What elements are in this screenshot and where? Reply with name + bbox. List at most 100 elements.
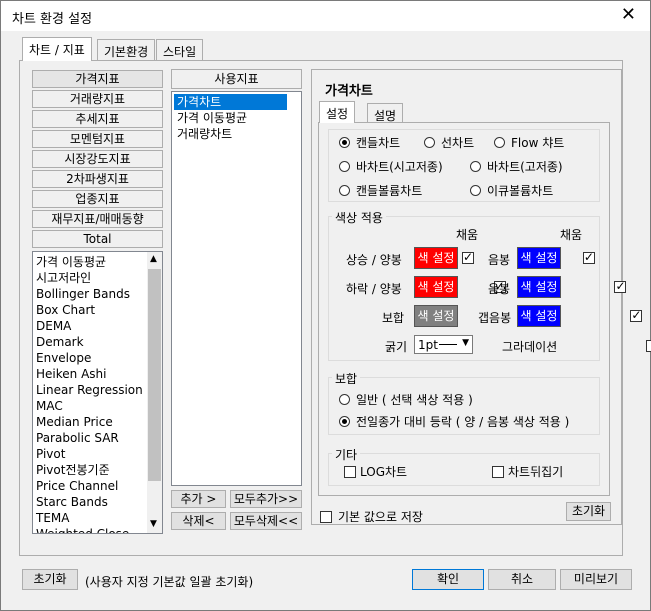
category-button[interactable]: 업종지표	[32, 190, 163, 208]
list-item[interactable]: 시고저라인	[33, 270, 147, 286]
log-chart-option[interactable]: LOG차트	[344, 463, 407, 480]
list-item[interactable]: Envelope	[33, 350, 147, 366]
list-item[interactable]: DEMA	[33, 318, 147, 334]
subtab-settings[interactable]: 설정	[319, 101, 356, 123]
gradation-label: 그라데이션	[502, 340, 558, 354]
thickness-label: 굵기	[385, 340, 408, 354]
radio-prev-close[interactable]: 전일종가 대비 등락 ( 양 / 음봉 색상 적용 )	[339, 413, 569, 430]
fill-label: 채움	[560, 228, 583, 242]
radio-normal[interactable]: 일반 ( 선택 색상 적용 )	[339, 391, 473, 408]
category-button[interactable]: 재무지표/매매동향	[32, 210, 163, 228]
list-item[interactable]: Linear Regression ...	[33, 382, 158, 398]
flip-chart-option[interactable]: 차트뒤집기	[492, 463, 563, 480]
rise-color-button[interactable]: 색 설정	[414, 247, 458, 269]
reset-all-button[interactable]: 초기화	[22, 569, 78, 590]
chevron-down-icon: ▼	[462, 338, 469, 348]
radio-dot	[494, 137, 505, 148]
scroll-thumb[interactable]	[148, 269, 161, 481]
delete-button[interactable]: 삭제<	[171, 512, 226, 530]
category-button[interactable]: 2차파생지표	[32, 170, 163, 188]
flip-chart-checkbox[interactable]	[492, 466, 504, 478]
gap-down-color-button[interactable]: 색 설정	[517, 305, 561, 327]
radio-candle-volume[interactable]: 캔들볼륨차트	[339, 182, 422, 199]
list-item[interactable]: Parabolic SAR	[33, 430, 147, 446]
radio-label: 캔들볼륨차트	[356, 184, 423, 198]
radio-dot	[339, 137, 350, 148]
rise-down-label: 음봉	[488, 253, 511, 267]
list-item[interactable]: MAC	[33, 398, 147, 414]
log-chart-checkbox[interactable]	[344, 466, 356, 478]
scroll-up-icon[interactable]: ▲	[150, 254, 157, 264]
close-icon[interactable]: ✕	[621, 4, 636, 25]
gradation-checkbox[interactable]	[646, 340, 651, 352]
option-label: 기본 값으로 저장	[338, 510, 423, 524]
tab-style[interactable]: 스타일	[156, 39, 204, 61]
fall-color-button[interactable]: 색 설정	[414, 276, 458, 298]
radio-label: 이큐볼륨차트	[487, 184, 554, 198]
list-item[interactable]: Weighted Close	[33, 526, 147, 533]
indicator-listbox[interactable]: 가격 이동평균 시고저라인 Bollinger Bands Box Chart …	[32, 251, 163, 534]
radio-label: Flow 챠트	[511, 136, 565, 150]
radio-dot	[424, 137, 435, 148]
detail-title: 가격차트	[325, 84, 373, 99]
fall-down-fill-checkbox[interactable]	[614, 279, 627, 293]
list-item[interactable]: Price Channel	[33, 478, 147, 494]
radio-flow[interactable]: Flow 챠트	[494, 134, 564, 151]
fall-down-color-button[interactable]: 색 설정	[517, 276, 561, 298]
radio-label: 선차트	[441, 136, 475, 150]
add-button[interactable]: 추가 >	[171, 490, 226, 508]
rise-down-color-button[interactable]: 색 설정	[517, 247, 561, 269]
rise-fill-checkbox[interactable]	[462, 250, 474, 264]
detail-reset-button[interactable]: 초기화	[566, 502, 611, 521]
fall-down-label: 음봉	[488, 282, 511, 296]
tab-chart-indicator[interactable]: 차트 / 지표	[22, 37, 92, 61]
radio-dot	[470, 185, 481, 196]
radio-equi-volume[interactable]: 이큐볼륨차트	[470, 182, 553, 199]
list-item[interactable]: Pivot	[33, 446, 147, 462]
add-all-button[interactable]: 모두추가>>	[230, 490, 302, 508]
cancel-button[interactable]: 취소	[488, 569, 556, 590]
flat-color-button[interactable]: 색 설정	[414, 305, 458, 327]
rise-down-fill-checkbox[interactable]	[582, 250, 595, 264]
used-listbox[interactable]: 가격차트 가격 이동평균 거래량차트	[171, 91, 302, 486]
list-item[interactable]: 가격 이동평균	[33, 254, 147, 270]
subtab-description[interactable]: 설명	[367, 103, 404, 123]
list-item[interactable]: TEMA	[33, 510, 147, 526]
list-item[interactable]: Median Price	[33, 414, 147, 430]
delete-all-button[interactable]: 모두삭제<<	[230, 512, 302, 530]
radio-candle[interactable]: 캔들차트	[339, 134, 400, 151]
radio-bar-hlc[interactable]: 바차트(고저종)	[470, 158, 563, 175]
category-button[interactable]: Total	[32, 230, 163, 248]
radio-line[interactable]: 선차트	[424, 134, 474, 151]
list-item[interactable]: 거래량차트	[174, 126, 287, 142]
radio-dot	[470, 161, 481, 172]
title-bar: 차트 환경 설정 ✕	[1, 1, 650, 31]
ok-button[interactable]: 확인	[412, 569, 484, 590]
tab-basic-env[interactable]: 기본환경	[97, 39, 156, 61]
thickness-value: 1pt	[418, 338, 438, 352]
list-item[interactable]: 가격 이동평균	[174, 110, 287, 126]
radio-label: 전일종가 대비 등락 ( 양 / 음봉 색상 적용 )	[356, 415, 570, 429]
category-button[interactable]: 추세지표	[32, 110, 163, 128]
list-item[interactable]: Demark	[33, 334, 147, 350]
preview-button[interactable]: 미리보기	[560, 569, 632, 590]
list-item[interactable]: Bollinger Bands	[33, 286, 147, 302]
scrollbar[interactable]: ▲ ▼	[147, 252, 162, 533]
list-item[interactable]: 가격차트	[174, 94, 287, 110]
list-item[interactable]: Starc Bands	[33, 494, 147, 510]
gap-down-fill-checkbox[interactable]	[630, 308, 643, 322]
list-item[interactable]: Box Chart	[33, 302, 147, 318]
category-button[interactable]: 가격지표	[32, 70, 163, 88]
save-default-option[interactable]: 기본 값으로 저장	[320, 508, 423, 525]
category-button[interactable]: 모멘텀지표	[32, 130, 163, 148]
list-item[interactable]: Pivot전봉기준	[33, 462, 147, 478]
option-label: LOG차트	[360, 465, 408, 479]
category-button[interactable]: 시장강도지표	[32, 150, 163, 168]
category-button[interactable]: 거래량지표	[32, 90, 163, 108]
radio-label: 캔들차트	[356, 136, 401, 150]
radio-bar-ohlc[interactable]: 바차트(시고저종)	[339, 158, 443, 175]
list-item[interactable]: Heiken Ashi	[33, 366, 147, 382]
scroll-down-icon[interactable]: ▼	[150, 519, 157, 529]
thickness-select[interactable]: 1pt ▼	[414, 335, 473, 354]
save-default-checkbox[interactable]	[320, 511, 332, 523]
